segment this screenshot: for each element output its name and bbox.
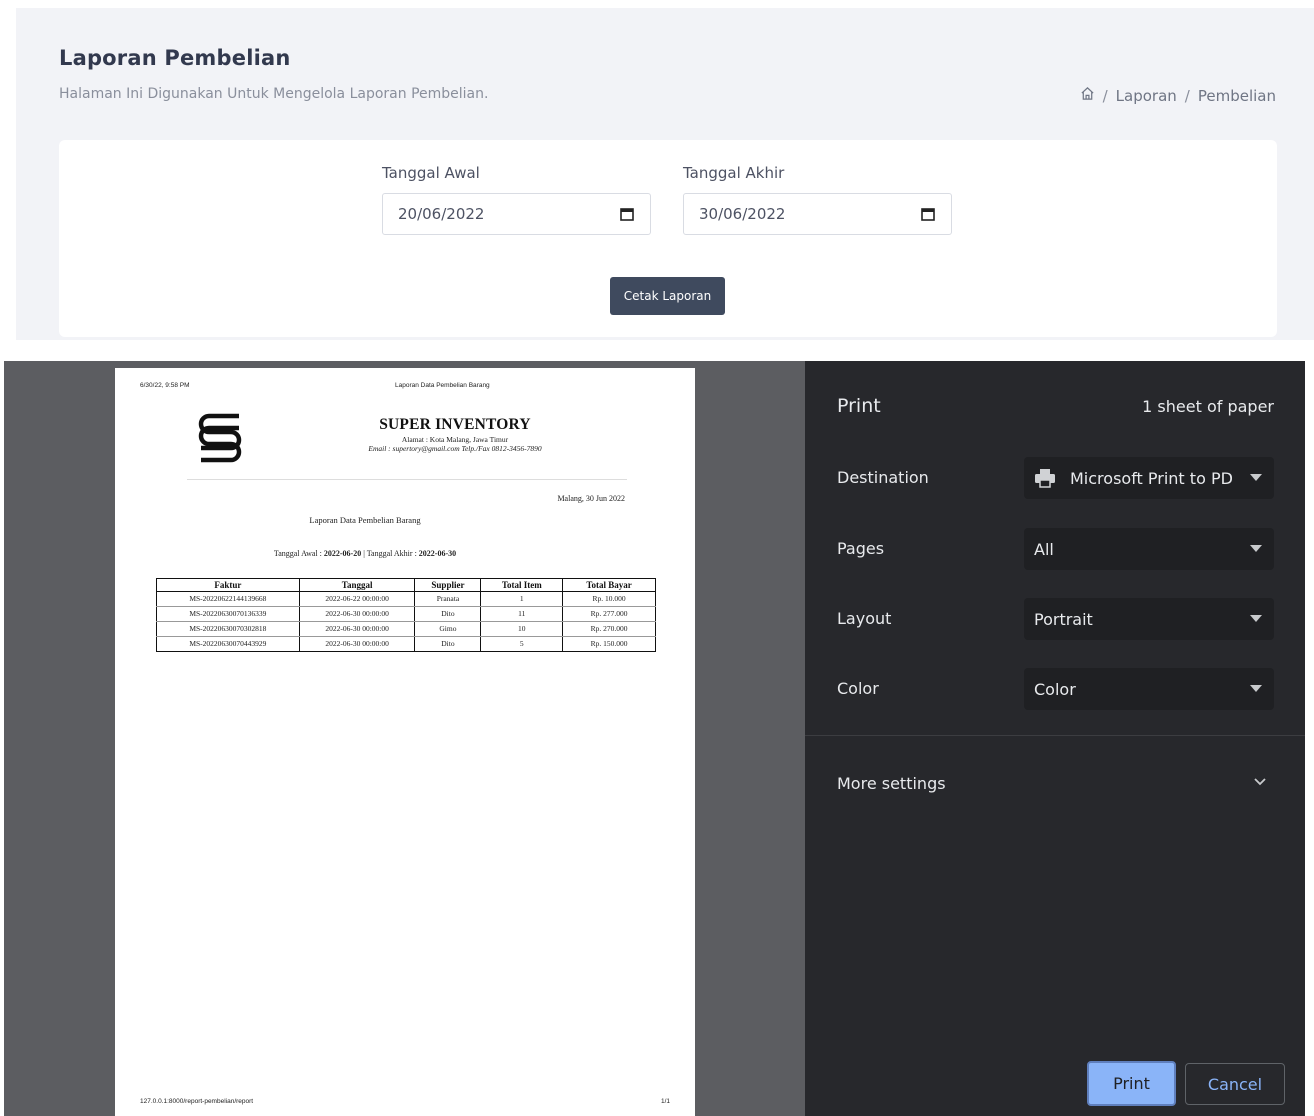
preview-footer-url: 127.0.0.1:8000/report-pembelian/report xyxy=(140,1098,254,1105)
destination-select[interactable]: Microsoft Print to PD xyxy=(1024,457,1274,499)
end-date-input[interactable]: 30/06/2022 xyxy=(683,193,952,235)
start-date-input[interactable]: 20/06/2022 xyxy=(382,193,651,235)
table-cell: 2022-06-22 00:00:00 xyxy=(298,591,416,607)
print-report-button[interactable]: Cetak Laporan xyxy=(610,277,725,315)
purchase-table: Faktur Tanggal Supplier Total Item Total… xyxy=(156,578,656,652)
start-date-value: 20/06/2022 xyxy=(398,205,485,223)
table-cell: MS-20220622144139668 xyxy=(156,591,300,607)
report-title: Laporan Data Pembelian Barang xyxy=(309,515,421,525)
place-date: Malang, 30 Jun 2022 xyxy=(557,494,625,503)
more-settings-toggle[interactable]: More settings xyxy=(837,774,946,793)
layout-value: Portrait xyxy=(1034,609,1093,629)
print-settings-panel: Print 1 sheet of paper Destination Micro… xyxy=(805,361,1305,1116)
caret-down-icon xyxy=(1250,685,1262,692)
column-header: Tanggal xyxy=(298,578,416,592)
range-end-label: Tanggal Akhir : xyxy=(366,549,419,558)
print-button[interactable]: Print xyxy=(1087,1061,1176,1106)
breadcrumb: / Laporan / Pembelian xyxy=(1080,86,1276,105)
settings-divider xyxy=(805,735,1305,736)
table-cell: 10 xyxy=(480,621,564,637)
preview-footer-page: 1/1 xyxy=(661,1098,671,1105)
table-cell: Pranata xyxy=(414,591,482,607)
sheet-count: 1 sheet of paper xyxy=(1142,397,1274,416)
print-title: Print xyxy=(837,395,881,417)
table-cell: Gimo xyxy=(414,621,482,637)
calendar-icon[interactable] xyxy=(620,207,634,221)
table-cell: 2022-06-30 00:00:00 xyxy=(298,606,416,622)
table-row: MS-20220630070302818 2022-06-30 00:00:00… xyxy=(156,621,656,637)
table-cell: 1 xyxy=(480,591,564,607)
end-date-label: Tanggal Akhir xyxy=(683,164,785,182)
home-icon[interactable] xyxy=(1080,86,1095,105)
table-cell: 5 xyxy=(480,636,564,652)
caret-down-icon xyxy=(1250,545,1262,552)
table-row: MS-20220622144139668 2022-06-22 00:00:00… xyxy=(156,591,656,607)
table-cell: Rp. 10.000 xyxy=(562,591,656,607)
preview-header-date: 6/30/22, 9:58 PM xyxy=(140,382,190,389)
color-label: Color xyxy=(837,679,879,698)
column-header: Faktur xyxy=(156,578,300,592)
layout-select[interactable]: Portrait xyxy=(1024,598,1274,640)
pages-value: All xyxy=(1034,539,1054,559)
breadcrumb-item-laporan[interactable]: Laporan xyxy=(1116,87,1177,105)
header-divider xyxy=(187,479,627,480)
report-page: Laporan Pembelian Halaman Ini Digunakan … xyxy=(16,8,1314,340)
page-title: Laporan Pembelian xyxy=(59,46,291,70)
start-date-label: Tanggal Awal xyxy=(382,164,480,182)
company-block: SUPER INVENTORY Alamat : Kota Malang, Ja… xyxy=(335,416,575,453)
printer-icon xyxy=(1035,469,1055,488)
end-date-value: 30/06/2022 xyxy=(699,205,786,223)
date-range: Tanggal Awal : 2022-06-20 | Tanggal Akhi… xyxy=(115,549,695,558)
table-cell: Rp. 270.000 xyxy=(562,621,656,637)
color-value: Color xyxy=(1034,679,1076,699)
calendar-icon[interactable] xyxy=(921,207,935,221)
table-cell: 2022-06-30 00:00:00 xyxy=(298,621,416,637)
breadcrumb-separator: / xyxy=(1102,86,1108,105)
company-name: SUPER INVENTORY xyxy=(379,416,531,433)
caret-down-icon xyxy=(1250,474,1262,481)
breadcrumb-separator: / xyxy=(1184,86,1190,105)
table-cell: MS-20220630070302818 xyxy=(156,621,300,637)
layout-label: Layout xyxy=(837,609,892,628)
table-header-row: Faktur Tanggal Supplier Total Item Total… xyxy=(156,578,656,592)
table-cell: 2022-06-30 00:00:00 xyxy=(298,636,416,652)
breadcrumb-item-pembelian: Pembelian xyxy=(1197,86,1276,105)
table-row: MS-20220630070136339 2022-06-30 00:00:00… xyxy=(156,606,656,622)
company-address: Alamat : Kota Malang, Jawa Timur xyxy=(401,435,509,444)
column-header: Total Item xyxy=(480,578,564,592)
table-cell: Rp. 277.000 xyxy=(562,606,656,622)
pages-select[interactable]: All xyxy=(1024,528,1274,570)
caret-down-icon xyxy=(1250,615,1262,622)
table-cell: 11 xyxy=(480,606,564,622)
table-cell: MS-20220630070443929 xyxy=(156,636,300,652)
destination-label: Destination xyxy=(837,468,929,487)
cancel-button[interactable]: Cancel xyxy=(1185,1063,1285,1105)
preview-page: 6/30/22, 9:58 PM Laporan Data Pembelian … xyxy=(115,368,695,1116)
destination-value: Microsoft Print to PD xyxy=(1070,468,1233,488)
table-cell: Dito xyxy=(414,606,482,622)
company-logo xyxy=(198,413,242,463)
table-row: MS-20220630070443929 2022-06-30 00:00:00… xyxy=(156,636,656,652)
column-header: Supplier xyxy=(414,578,482,592)
pages-label: Pages xyxy=(837,539,885,558)
range-end-value: 2022-06-30 xyxy=(418,549,457,558)
color-select[interactable]: Color xyxy=(1024,668,1274,710)
column-header: Total Bayar xyxy=(562,578,656,592)
table-cell: Dito xyxy=(414,636,482,652)
preview-header-title: Laporan Data Pembelian Barang xyxy=(395,382,490,389)
print-dialog: 6/30/22, 9:58 PM Laporan Data Pembelian … xyxy=(4,361,1305,1116)
range-start-value: 2022-06-20 xyxy=(323,549,362,558)
page-subtitle: Halaman Ini Digunakan Untuk Mengelola La… xyxy=(59,86,489,102)
table-cell: MS-20220630070136339 xyxy=(156,606,300,622)
table-cell: Rp. 150.000 xyxy=(562,636,656,652)
company-contact: Email : supertory@gmail.com Telp./Fax 08… xyxy=(368,444,542,453)
chevron-down-icon[interactable] xyxy=(1253,777,1267,787)
print-preview-pane[interactable]: 6/30/22, 9:58 PM Laporan Data Pembelian … xyxy=(4,361,805,1116)
report-filter-card: Tanggal Awal 20/06/2022 Tanggal Akhir 30… xyxy=(59,140,1277,337)
range-start-label: Tanggal Awal : xyxy=(273,549,324,558)
